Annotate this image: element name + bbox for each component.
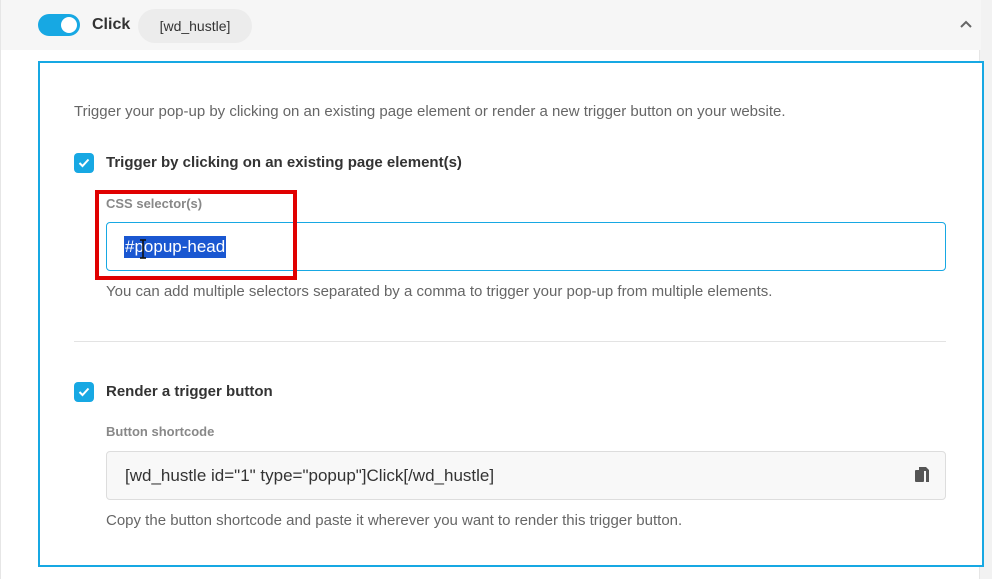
existing-element-label: Trigger by clicking on an existing page … bbox=[106, 154, 462, 171]
intro-text: Trigger your pop-up by clicking on an ex… bbox=[74, 103, 786, 120]
trigger-header-row[interactable]: Click [wd_hustle] bbox=[1, 0, 981, 50]
shortcode-text: [wd_hustle id="1" type="popup"]Click[/wd… bbox=[125, 466, 495, 485]
red-highlight-box bbox=[95, 190, 297, 280]
click-trigger-toggle[interactable] bbox=[38, 14, 80, 36]
existing-element-checkbox[interactable] bbox=[74, 153, 94, 173]
toggle-knob bbox=[61, 17, 77, 33]
button-shortcode-label: Button shortcode bbox=[106, 424, 215, 439]
shortcode-tag-pill: [wd_hustle] bbox=[138, 9, 252, 43]
checkmark-icon bbox=[78, 387, 90, 397]
section-divider bbox=[74, 341, 946, 342]
button-shortcode-field[interactable]: [wd_hustle id="1" type="popup"]Click[/wd… bbox=[106, 451, 946, 500]
checkmark-icon bbox=[78, 158, 90, 168]
copy-icon[interactable] bbox=[915, 467, 929, 485]
shortcode-help: Copy the button shortcode and paste it w… bbox=[106, 512, 683, 529]
chevron-up-icon bbox=[960, 20, 972, 28]
collapse-button[interactable] bbox=[956, 16, 976, 32]
render-button-label: Render a trigger button bbox=[106, 383, 273, 400]
render-button-checkbox[interactable] bbox=[74, 382, 94, 402]
trigger-label: Click bbox=[92, 16, 131, 33]
css-selector-help: You can add multiple selectors separated… bbox=[106, 283, 773, 300]
